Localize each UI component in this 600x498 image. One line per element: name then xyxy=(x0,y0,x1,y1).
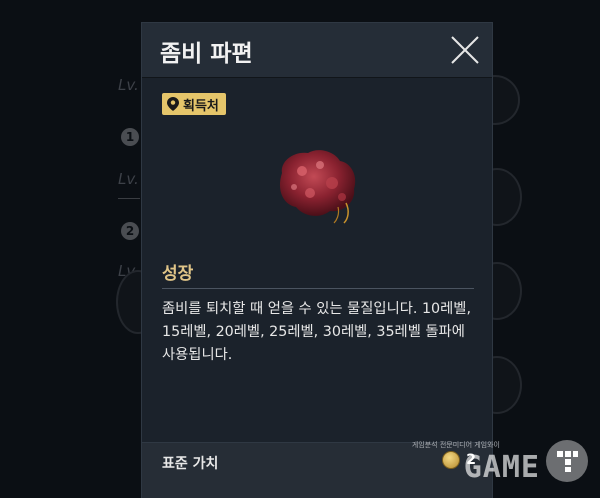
modal-title: 좀비 파편 xyxy=(160,41,253,67)
bg-level-label: Lv. xyxy=(118,76,139,94)
modal-header: 좀비 파편 xyxy=(142,23,492,78)
watermark-emblem xyxy=(546,440,588,482)
bg-level-label: Lv. xyxy=(118,170,139,188)
watermark: 게임분석 전문미디어 게임와이 GAME xyxy=(408,436,588,488)
item-description: 좀비를 퇴치할 때 얻을 수 있는 물질입니다. 10레벨, 15레벨, 20레… xyxy=(162,301,472,363)
watermark-tagline: 게임분석 전문미디어 게임와이 xyxy=(411,441,500,449)
bg-slot-number: 1 xyxy=(121,128,139,146)
map-pin-icon xyxy=(167,97,179,111)
section-divider xyxy=(162,288,474,289)
item-detail-modal: 좀비 파편 획득처 성장 좀비를 퇴치할 때 얻을 수 있는 물질입니다. 10… xyxy=(141,22,493,498)
close-icon xyxy=(451,36,479,64)
standard-value-label: 표준 가치 xyxy=(162,456,219,472)
gamey-emblem-icon xyxy=(557,451,578,472)
source-badge-label: 획득처 xyxy=(183,98,219,114)
zombie-fragment-image xyxy=(279,150,356,224)
close-button[interactable] xyxy=(448,33,482,67)
section-title: 성장 xyxy=(162,264,194,284)
bg-line xyxy=(118,198,140,199)
watermark-logo: GAME xyxy=(463,450,540,485)
source-badge-button[interactable]: 획득처 xyxy=(162,93,226,115)
bg-slot-number: 2 xyxy=(121,222,139,240)
